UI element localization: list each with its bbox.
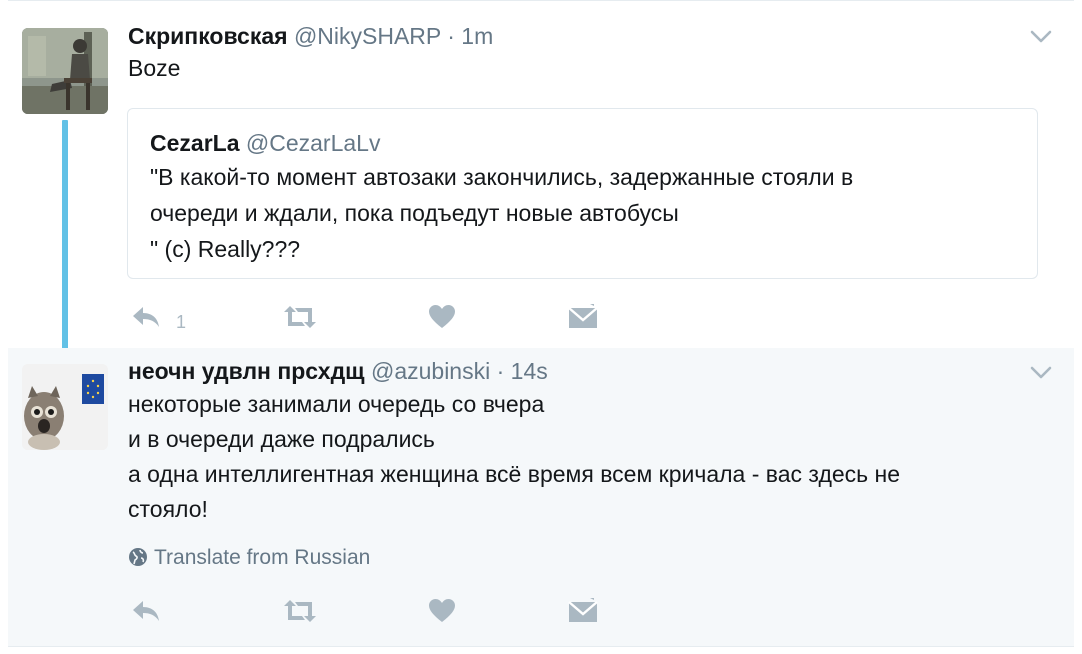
thread-connector-line: [62, 120, 68, 360]
separator-dot: ·: [447, 23, 455, 49]
timestamp[interactable]: 14s: [511, 358, 548, 384]
reply-count: 1: [176, 311, 187, 332]
display-name[interactable]: Скрипковская: [128, 23, 288, 49]
retweet-button[interactable]: [282, 596, 318, 626]
tweet-text-line: а одна интеллигентная женщина всё время …: [128, 461, 901, 487]
display-name[interactable]: неочн удвлн прсхдщ: [128, 358, 365, 384]
tweet-header: неочн удвлн прсхдщ @azubinski · 14s: [128, 357, 548, 385]
timestamp[interactable]: 1m: [461, 23, 493, 49]
quoted-display-name: CezarLa: [150, 130, 240, 156]
avatar-photo: [22, 28, 108, 114]
retweet-icon: [284, 306, 316, 328]
user-handle[interactable]: @NikySHARP: [294, 23, 441, 49]
tweet-text-line: некоторые занимали очередь со вчера: [128, 391, 545, 417]
direct-message-button[interactable]: [568, 302, 598, 332]
quoted-tweet-text: "В какой-то момент автозаки закончились,…: [150, 159, 1010, 267]
like-button[interactable]: [428, 596, 456, 626]
timeline: Скрипковская @NikySHARP · 1m Boze CezarL…: [0, 0, 1082, 654]
avatar-photo: [22, 364, 108, 450]
reply-icon: [133, 601, 159, 621]
translate-link[interactable]: Translate from Russian: [128, 544, 370, 572]
like-icon: [429, 599, 455, 622]
like-icon: [429, 305, 455, 328]
retweet-button[interactable]: [282, 302, 318, 332]
tweet-header: Скрипковская @NikySHARP · 1m: [128, 22, 493, 50]
separator-dot: ·: [496, 358, 505, 384]
translate-label: Translate from Russian: [154, 546, 371, 569]
tweet-text: Boze: [128, 55, 181, 81]
avatar[interactable]: [22, 28, 108, 114]
quoted-tweet-header: CezarLa @CezarLaLv: [150, 129, 380, 157]
user-handle[interactable]: @azubinski: [371, 358, 490, 384]
quoted-text-line: " (c) Really???: [150, 236, 301, 262]
quoted-text-line: очереди и ждали, пока подъедут новые авт…: [150, 200, 679, 226]
quoted-text-line: "В какой-то момент автозаки закончились,…: [150, 164, 854, 190]
message-icon: [568, 598, 598, 622]
retweet-icon: [284, 600, 316, 622]
reply-button[interactable]: [130, 596, 162, 626]
message-icon: [568, 304, 598, 328]
tweet-text-line: и в очереди даже подрались: [128, 426, 435, 452]
direct-message-button[interactable]: [568, 596, 598, 626]
quoted-user-handle: @CezarLaLv: [245, 130, 381, 156]
quoted-tweet[interactable]: CezarLa @CezarLaLv "В какой-то момент ав…: [127, 108, 1038, 279]
tweet-text: некоторые занимали очередь со вчера и в …: [128, 387, 1028, 527]
reply-icon: [133, 307, 159, 327]
globe-icon: [129, 548, 147, 566]
tweet-text-line: стояло!: [128, 496, 208, 522]
reply-button[interactable]: 1: [130, 302, 186, 332]
chevron-down-icon[interactable]: [1030, 366, 1052, 380]
divider: [8, 646, 1074, 647]
like-button[interactable]: [428, 302, 456, 332]
chevron-down-icon[interactable]: [1030, 30, 1052, 44]
avatar[interactable]: [22, 364, 108, 450]
